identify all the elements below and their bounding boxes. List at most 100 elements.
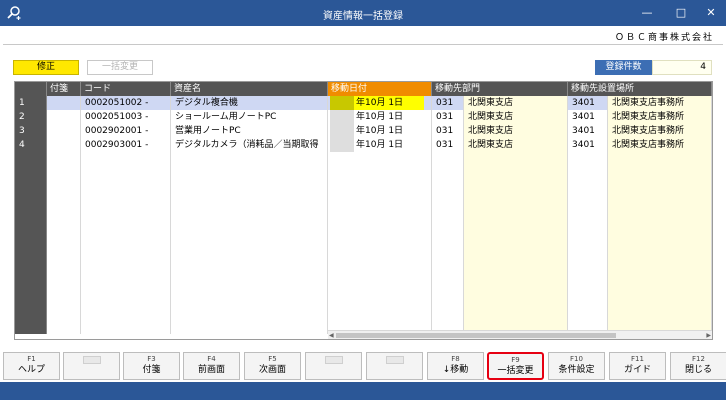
table-row[interactable] [15,250,712,264]
note-cell[interactable] [47,292,81,306]
move-date-cell[interactable] [328,278,432,292]
asset-name-cell[interactable] [171,278,328,292]
row-number[interactable] [15,222,47,236]
row-number[interactable] [15,152,47,166]
asset-name-cell[interactable] [171,222,328,236]
location-name-cell[interactable] [608,264,712,278]
location-name-cell[interactable]: 北関東支店事務所 [608,138,712,152]
location-name-cell[interactable] [608,236,712,250]
table-row[interactable] [15,264,712,278]
row-number[interactable] [15,264,47,278]
location-code-cell[interactable]: 3401 [568,124,608,138]
dept-code-cell[interactable] [432,180,464,194]
dept-code-cell[interactable]: 031 [432,110,464,124]
dept-code-cell[interactable] [432,222,464,236]
bulk-change-button[interactable]: 一括変更 [87,60,153,75]
note-cell[interactable] [47,180,81,194]
asset-name-cell[interactable] [171,152,328,166]
location-name-cell[interactable] [608,278,712,292]
location-code-cell[interactable] [568,292,608,306]
column-header-asset-name[interactable]: 資産名 [171,82,328,96]
location-name-cell[interactable] [608,194,712,208]
dept-code-cell[interactable]: 031 [432,138,464,152]
table-row[interactable] [15,208,712,222]
table-row[interactable]: 3 0002902001 - 営業用ノートPC 年10月 1日 031 北関東支店 3401… [15,124,712,138]
column-header-dest-dept[interactable]: 移動先部門 [432,82,568,96]
table-row[interactable] [15,306,712,320]
move-date-cell[interactable] [328,166,432,180]
move-date-cell[interactable] [328,306,432,320]
dept-code-cell[interactable] [432,278,464,292]
move-date-cell[interactable] [328,250,432,264]
fkey-f3-button[interactable]: F3 付箋 [123,352,180,380]
move-date-cell[interactable] [328,222,432,236]
code-cell[interactable] [81,264,171,278]
asset-name-cell[interactable] [171,180,328,194]
asset-name-cell[interactable] [171,264,328,278]
dept-name-cell[interactable] [464,292,568,306]
row-number[interactable] [15,166,47,180]
asset-name-cell[interactable] [171,320,328,334]
move-date-cell[interactable]: 年10月 1日 [328,110,432,124]
column-header-code[interactable]: コード [81,82,171,96]
column-header-note[interactable]: 付箋 [47,82,81,96]
dept-name-cell[interactable] [464,278,568,292]
move-date-cell[interactable] [328,152,432,166]
code-cell[interactable] [81,152,171,166]
note-cell[interactable] [47,264,81,278]
dept-code-cell[interactable] [432,264,464,278]
note-cell[interactable] [47,236,81,250]
location-name-cell[interactable] [608,152,712,166]
move-date-cell[interactable]: 年10月 1日 [328,138,432,152]
era-field[interactable] [330,138,354,152]
row-number[interactable] [15,320,47,334]
horizontal-scrollbar[interactable]: ◀ ▶ [328,330,712,339]
location-code-cell[interactable] [568,152,608,166]
location-code-cell[interactable] [568,306,608,320]
location-name-cell[interactable] [608,166,712,180]
code-cell[interactable] [81,250,171,264]
code-cell[interactable] [81,320,171,334]
note-cell[interactable] [47,250,81,264]
dept-name-cell[interactable] [464,166,568,180]
code-cell[interactable] [81,180,171,194]
fkey-f10-button[interactable]: F10 条件設定 [548,352,605,380]
code-cell[interactable]: 0002051003 - [81,110,171,124]
note-cell[interactable] [47,166,81,180]
fkey-blank-button[interactable] [305,352,362,380]
location-name-cell[interactable]: 北関東支店事務所 [608,124,712,138]
note-cell[interactable] [47,320,81,334]
location-code-cell[interactable] [568,166,608,180]
move-date-cell[interactable] [328,264,432,278]
asset-name-cell[interactable] [171,292,328,306]
dept-code-cell[interactable] [432,152,464,166]
move-date-value[interactable]: 年10月 1日 [354,110,424,124]
asset-name-cell[interactable]: 営業用ノートPC [171,124,328,138]
row-number[interactable] [15,292,47,306]
code-cell[interactable] [81,222,171,236]
row-number[interactable] [15,180,47,194]
row-number[interactable]: 2 [15,110,47,124]
move-date-cell[interactable] [328,208,432,222]
table-row[interactable]: 2 0002051003 - ショールーム用ノートPC 年10月 1日 031 北関東支店… [15,110,712,124]
move-date-value[interactable]: 年10月 1日 [354,124,424,138]
dept-code-cell[interactable] [432,208,464,222]
code-cell[interactable] [81,306,171,320]
row-number[interactable]: 4 [15,138,47,152]
location-code-cell[interactable]: 3401 [568,138,608,152]
close-button[interactable]: ✕ [700,3,722,23]
fix-mode-button[interactable]: 修正 [13,60,79,75]
era-field[interactable] [330,124,354,138]
dept-code-cell[interactable] [432,306,464,320]
column-header-move-date[interactable]: 移動日付 [328,82,432,96]
note-cell[interactable] [47,110,81,124]
dept-code-cell[interactable] [432,236,464,250]
asset-name-cell[interactable]: デジタル複合機 [171,96,328,110]
table-row[interactable] [15,180,712,194]
location-code-cell[interactable] [568,208,608,222]
dept-name-cell[interactable] [464,208,568,222]
dept-name-cell[interactable] [464,264,568,278]
location-code-cell[interactable] [568,236,608,250]
table-row[interactable] [15,292,712,306]
location-name-cell[interactable] [608,208,712,222]
